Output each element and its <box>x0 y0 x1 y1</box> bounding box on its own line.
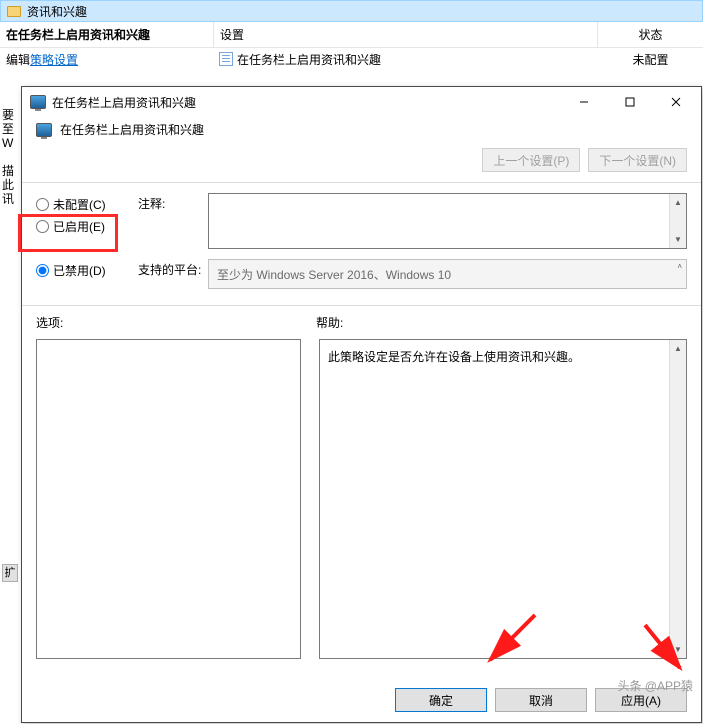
help-pane: 此策略设定是否允许在设备上使用资讯和兴趣。 ▲▼ <box>319 339 687 659</box>
app-icon <box>30 95 46 109</box>
radio-not-configured[interactable] <box>36 198 49 211</box>
gp-folder-title: 资讯和兴趣 <box>27 3 87 20</box>
gp-edit-prefix: 编辑 <box>6 53 30 67</box>
platform-field: 至少为 Windows Server 2016、Windows 10 ˄ <box>208 259 687 289</box>
minimize-button[interactable] <box>561 87 607 117</box>
platform-value: 至少为 Windows Server 2016、Windows 10 <box>217 268 451 282</box>
gp-expand-button[interactable]: 扩 <box>2 564 18 582</box>
label-help: 帮助: <box>316 314 687 331</box>
dialog-subtitle-row: 在任务栏上启用资讯和兴趣 <box>36 117 687 148</box>
gp-policy-heading: 在任务栏上启用资讯和兴趣 <box>0 22 213 47</box>
gp-columns: 在任务栏上启用资讯和兴趣 设置 状态 <box>0 22 703 48</box>
gp-row-setting[interactable]: 在任务栏上启用资讯和兴趣 <box>237 51 381 68</box>
options-pane[interactable] <box>36 339 301 659</box>
prev-setting-button[interactable]: 上一个设置(P) <box>482 148 580 172</box>
divider <box>22 305 701 306</box>
label-disabled[interactable]: 已禁用(D) <box>53 262 106 279</box>
next-setting-button[interactable]: 下一个设置(N) <box>588 148 687 172</box>
scrollbar[interactable]: ▲▼ <box>669 340 686 658</box>
gp-col-setting[interactable]: 设置 <box>213 22 598 47</box>
label-platform: 支持的平台: <box>138 259 208 278</box>
divider <box>22 182 701 183</box>
gp-row-state: 未配置 <box>598 51 703 68</box>
radio-disabled[interactable] <box>36 264 49 277</box>
gp-col-state[interactable]: 状态 <box>598 22 703 47</box>
label-not-configured[interactable]: 未配置(C) <box>53 196 106 213</box>
gp-edit-link[interactable]: 策略设置 <box>30 53 78 67</box>
gp-path-bar: 资讯和兴趣 <box>0 0 703 22</box>
label-comment: 注释: <box>138 193 208 212</box>
scroll-up-icon[interactable]: ▲ <box>670 194 686 211</box>
app-icon <box>36 123 52 137</box>
policy-dialog: 在任务栏上启用资讯和兴趣 在任务栏上启用资讯和兴趣 上一个设置(P) 下一个设置… <box>21 86 702 723</box>
radio-enabled[interactable] <box>36 220 49 233</box>
dialog-subtitle: 在任务栏上启用资讯和兴趣 <box>60 121 204 138</box>
scroll-down-icon[interactable]: ▼ <box>670 641 686 658</box>
ok-button[interactable]: 确定 <box>395 688 487 712</box>
help-text: 此策略设定是否允许在设备上使用资讯和兴趣。 <box>328 350 580 364</box>
policy-doc-icon <box>219 52 233 66</box>
gp-edit-row: 编辑策略设置 在任务栏上启用资讯和兴趣 未配置 <box>0 48 703 70</box>
scroll-up-icon[interactable]: ˄ <box>677 262 682 271</box>
dialog-titlebar[interactable]: 在任务栏上启用资讯和兴趣 <box>22 87 701 117</box>
comment-textarea[interactable]: ▲▼ <box>208 193 687 249</box>
scroll-up-icon[interactable]: ▲ <box>670 340 686 357</box>
cancel-button[interactable]: 取消 <box>495 688 587 712</box>
watermark: 头条 @APP猿 <box>617 677 693 694</box>
label-options: 选项: <box>36 314 316 331</box>
folder-icon <box>7 6 21 17</box>
label-enabled[interactable]: 已启用(E) <box>53 218 105 235</box>
gp-side-truncated: 要 至 W 描 此 讯 <box>2 108 14 206</box>
scroll-down-icon[interactable]: ▼ <box>670 231 686 248</box>
scrollbar[interactable]: ▲▼ <box>669 194 686 248</box>
close-button[interactable] <box>653 87 699 117</box>
maximize-button[interactable] <box>607 87 653 117</box>
dialog-title: 在任务栏上启用资讯和兴趣 <box>52 94 561 111</box>
